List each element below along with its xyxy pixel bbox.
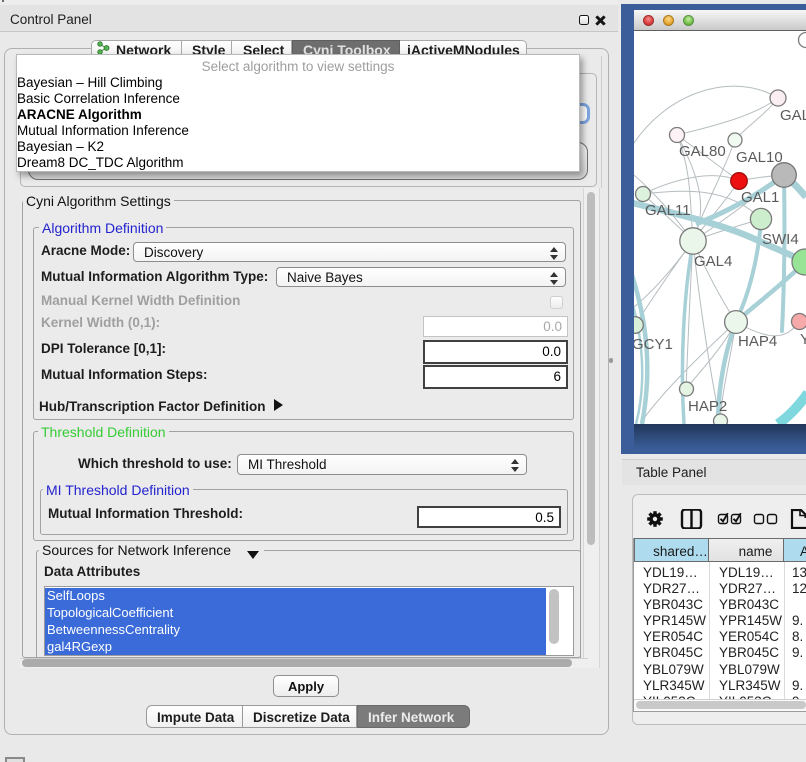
svg-text:GAL1: GAL1	[741, 189, 779, 206]
svg-text:GAL80: GAL80	[679, 143, 726, 160]
svg-text:YB: YB	[800, 331, 806, 348]
svg-text:GAL11: GAL11	[645, 202, 691, 219]
svg-text:HAP2: HAP2	[688, 398, 727, 415]
svg-text:SWI4: SWI4	[762, 231, 799, 248]
svg-text:HAP4: HAP4	[738, 333, 777, 350]
svg-text:GAL2: GAL2	[780, 107, 806, 124]
svg-text:GAL10: GAL10	[736, 149, 783, 166]
svg-text:GAL4: GAL4	[694, 253, 732, 270]
svg-text:GCY1: GCY1	[634, 336, 673, 353]
